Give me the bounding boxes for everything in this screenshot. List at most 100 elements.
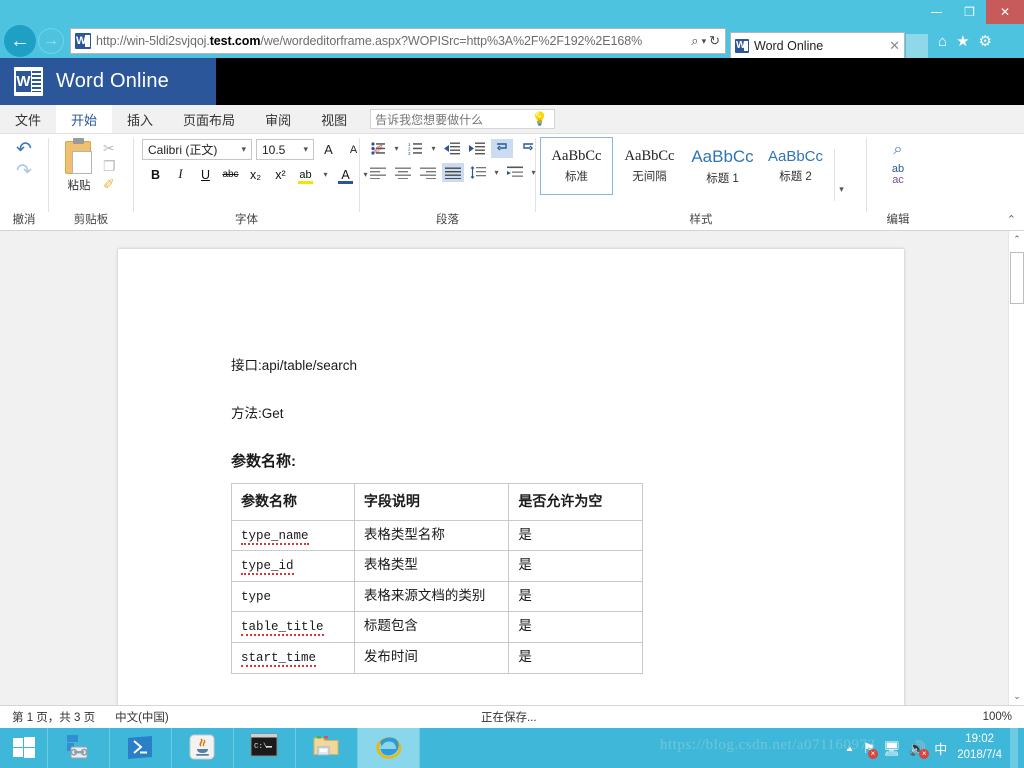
table-row[interactable]: table_title 标题包含 是	[231, 611, 643, 643]
chevron-down-icon[interactable]: ▾	[429, 144, 438, 153]
scroll-down-arrow-icon[interactable]: ⌄	[1009, 688, 1024, 705]
cut-icon[interactable]: ✂	[103, 140, 116, 156]
redo-button[interactable]: ↷	[16, 162, 32, 182]
underline-button[interactable]: U	[196, 165, 215, 184]
address-bar[interactable]: http://win-5ldi2svjqoj.test.com/we/worde…	[70, 28, 726, 54]
document-page[interactable]: 接口:api/table/search 方法:Get 参数名称: 参数名称 字段…	[118, 249, 904, 705]
gear-icon[interactable]: ⚙	[979, 34, 992, 49]
copy-icon[interactable]: ❐	[103, 158, 116, 174]
show-desktop-button[interactable]	[1010, 728, 1018, 768]
rtl-paragraph-icon[interactable]	[516, 139, 538, 158]
superscript-button[interactable]: x²	[271, 165, 290, 184]
status-page-count[interactable]: 第 1 页，共 3 页	[12, 709, 95, 725]
numbering-icon[interactable]: 123	[404, 139, 426, 158]
ribbon-tab-review[interactable]: 审阅	[250, 105, 306, 133]
format-painter-icon[interactable]: ✐	[103, 176, 116, 192]
style-normal[interactable]: AaBbCc 标准	[540, 137, 613, 195]
status-zoom-level[interactable]: 100%	[983, 711, 1012, 723]
back-button[interactable]: ←	[4, 25, 36, 57]
italic-button[interactable]: I	[171, 165, 190, 184]
font-size-combo[interactable]: 10.5 ▾	[256, 139, 314, 160]
volume-icon[interactable]: 🔊 ×	[909, 740, 930, 759]
doc-paragraph-api[interactable]: 接口:api/table/search	[231, 354, 791, 374]
align-center-icon[interactable]	[392, 163, 414, 182]
taskbar-item-file-explorer[interactable]	[296, 728, 358, 768]
home-icon[interactable]: ⌂	[938, 34, 947, 49]
subscript-button[interactable]: x₂	[246, 165, 265, 184]
line-spacing-icon[interactable]	[467, 163, 489, 182]
ribbon-tab-view[interactable]: 视图	[306, 105, 362, 133]
close-button[interactable]: ✕	[986, 0, 1024, 24]
taskbar-item-internet-explorer[interactable]	[358, 728, 420, 768]
clock[interactable]: 19:02 2018/7/4	[957, 732, 1002, 763]
address-bar-icons: ⌕ ▾ ↻	[686, 33, 725, 49]
font-color-button[interactable]: A	[336, 165, 355, 184]
scroll-up-arrow-icon[interactable]: ⌃	[1009, 231, 1024, 248]
style-heading-1[interactable]: AaBbCc 标题 1	[686, 137, 759, 195]
ribbon-tab-insert[interactable]: 插入	[112, 105, 168, 133]
ribbon-tab-home[interactable]: 开始	[56, 105, 113, 133]
font-name-combo[interactable]: Calibri (正文) ▾	[142, 139, 252, 160]
align-left-icon[interactable]	[367, 163, 389, 182]
ribbon-tab-page-layout[interactable]: 页面布局	[168, 105, 250, 133]
ribbon-collapse-button[interactable]: ⌃	[1007, 213, 1016, 226]
search-icon[interactable]: ⌕	[691, 33, 698, 49]
increase-indent-icon[interactable]	[466, 139, 488, 158]
new-tab-button[interactable]	[906, 34, 928, 58]
taskbar-item-java[interactable]	[172, 728, 234, 768]
scrollbar-thumb[interactable]	[1010, 252, 1024, 304]
doc-paragraph-method[interactable]: 方法:Get	[231, 402, 791, 422]
minimize-button[interactable]: —	[920, 0, 953, 24]
forward-button[interactable]: →	[38, 28, 64, 54]
find-search-icon[interactable]: ⌕	[894, 141, 903, 159]
chevron-down-icon[interactable]: ▾	[702, 36, 707, 47]
bullets-icon[interactable]	[367, 139, 389, 158]
chevron-down-icon[interactable]: ▾	[492, 168, 501, 177]
refresh-icon[interactable]: ↻	[709, 33, 720, 49]
start-button[interactable]	[0, 728, 48, 768]
network-icon[interactable]: 🖥	[883, 740, 901, 757]
align-justify-icon[interactable]	[442, 163, 464, 182]
tab-close-icon[interactable]: ✕	[885, 38, 900, 54]
decrease-indent-icon[interactable]	[441, 139, 463, 158]
browser-tab-word-online[interactable]: Word Online ✕	[730, 32, 905, 58]
indent-options-icon[interactable]	[504, 163, 526, 182]
params-table[interactable]: 参数名称 字段说明 是否允许为空 type_name 表格类型名称 是 type…	[231, 483, 643, 674]
table-row[interactable]: type_name 表格类型名称 是	[231, 519, 643, 552]
strikethrough-button[interactable]: abc	[221, 165, 240, 184]
doc-heading-params[interactable]: 参数名称:	[231, 450, 791, 471]
action-center-flag-icon[interactable]: ⚑ ×	[862, 740, 878, 759]
table-row[interactable]: type 表格来源文档的类别 是	[231, 580, 643, 613]
table-row[interactable]: type_id 表格类型 是	[231, 550, 643, 582]
taskbar-item-server-manager[interactable]	[48, 728, 110, 768]
ribbon-tab-file[interactable]: 文件	[0, 105, 56, 133]
browser-chrome: — ❐ ✕ ← → http://win-5ldi2svjqoj.test.co…	[0, 0, 1024, 58]
table-row[interactable]: start_time 发布时间 是	[231, 642, 643, 674]
document-body[interactable]: 接口:api/table/search 方法:Get 参数名称: 参数名称 字段…	[231, 354, 791, 674]
taskbar-item-powershell[interactable]	[110, 728, 172, 768]
show-hidden-icons-icon[interactable]: ▲	[845, 743, 855, 754]
undo-button[interactable]: ↶	[16, 140, 32, 160]
app-brand[interactable]: W Word Online	[0, 58, 216, 105]
align-right-icon[interactable]	[417, 163, 439, 182]
favorites-star-icon[interactable]: ★	[956, 34, 969, 49]
ltr-paragraph-icon[interactable]	[491, 139, 513, 158]
bold-button[interactable]: B	[146, 165, 165, 184]
doc-spacer	[231, 374, 791, 402]
maximize-button[interactable]: ❐	[953, 0, 986, 24]
style-heading-2[interactable]: AaBbCc 标题 2	[759, 137, 832, 195]
styles-more-button[interactable]: ▾	[834, 149, 848, 201]
document-scrollbar[interactable]: ⌃ ⌄	[1008, 231, 1024, 705]
style-no-spacing[interactable]: AaBbCc 无间隔	[613, 137, 686, 195]
replace-icon[interactable]: ab ac	[892, 164, 904, 186]
status-language[interactable]: 中文(中国)	[115, 709, 169, 725]
paste-button[interactable]: 粘贴	[55, 138, 103, 193]
chevron-down-icon[interactable]: ▾	[321, 170, 330, 179]
ime-language-icon[interactable]: 中	[934, 739, 947, 758]
chevron-down-icon[interactable]: ▾	[392, 144, 401, 153]
tell-me-search-input[interactable]: 告诉我您想要做什么 💡	[370, 109, 556, 129]
document-canvas[interactable]: 接口:api/table/search 方法:Get 参数名称: 参数名称 字段…	[0, 231, 1008, 705]
grow-font-button[interactable]: A	[318, 140, 339, 160]
taskbar-item-command-prompt[interactable]: C:\	[234, 728, 296, 768]
highlight-color-button[interactable]: ab	[296, 165, 315, 184]
